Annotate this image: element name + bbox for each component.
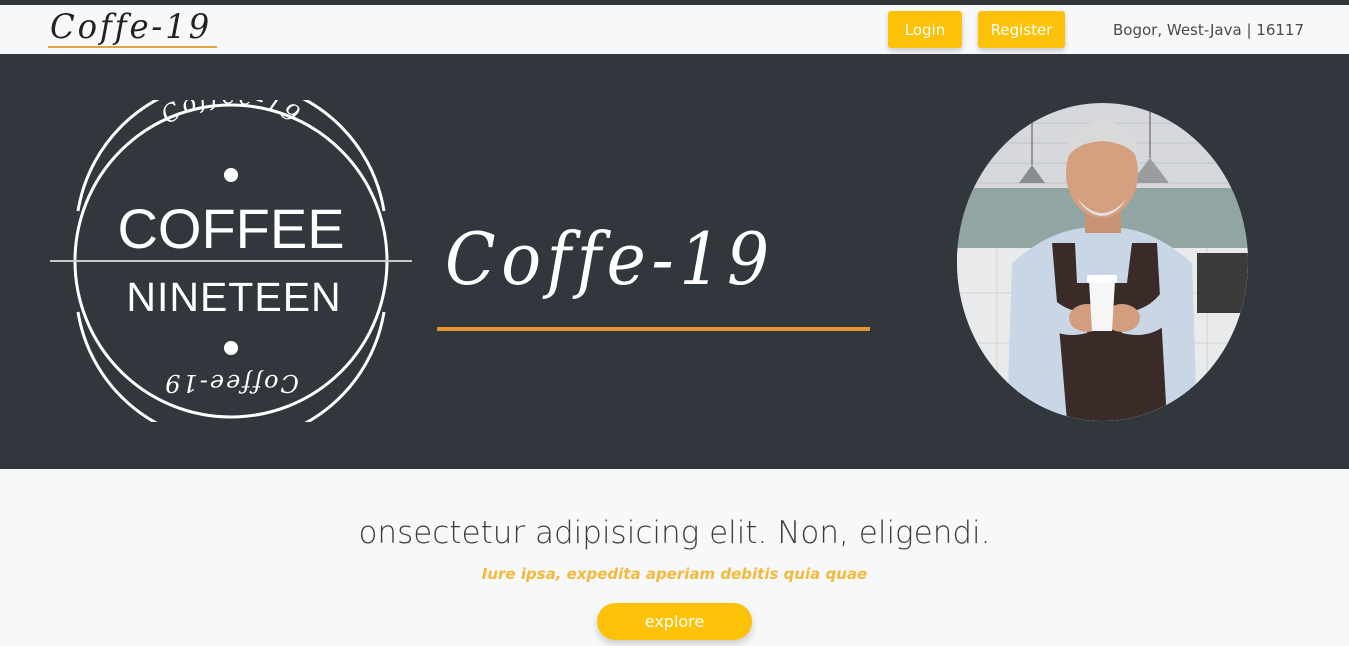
- intro-headline: onsectetur adipisicing elit. Non, eligen…: [358, 515, 991, 551]
- hero-title-underline: [437, 327, 870, 331]
- logo-arc-top-text: Coffee-19: [156, 100, 304, 130]
- brand-underline: [48, 46, 217, 48]
- logo-dot-top: [224, 168, 238, 182]
- login-button[interactable]: Login: [888, 11, 962, 48]
- intro-subline: Iure ipsa, expedita aperiam debitis quia…: [481, 565, 868, 583]
- hero-title: Coffe-19: [445, 217, 775, 301]
- location-text: Bogor, West-Java | 16117: [1113, 21, 1304, 39]
- svg-text:Coffee-19: Coffee-19: [156, 100, 306, 130]
- logo-line2: NINETEEN: [126, 274, 341, 320]
- barista-portrait-image: [957, 103, 1248, 421]
- logo-arc-bottom-text: Coffee-19: [163, 369, 299, 397]
- register-button[interactable]: Register: [978, 11, 1065, 48]
- logo-dot-bottom: [224, 341, 238, 355]
- navbar: Coffe-19 Login Register Bogor, West-Java…: [0, 5, 1349, 54]
- brand-logo-text[interactable]: Coffe-19: [50, 7, 212, 47]
- coffee-nineteen-logo: Coffee-19 COFFEE NINETEEN Coffee-19: [50, 100, 412, 422]
- explore-button[interactable]: explore: [597, 603, 752, 640]
- logo-line1: COFFEE: [117, 197, 344, 260]
